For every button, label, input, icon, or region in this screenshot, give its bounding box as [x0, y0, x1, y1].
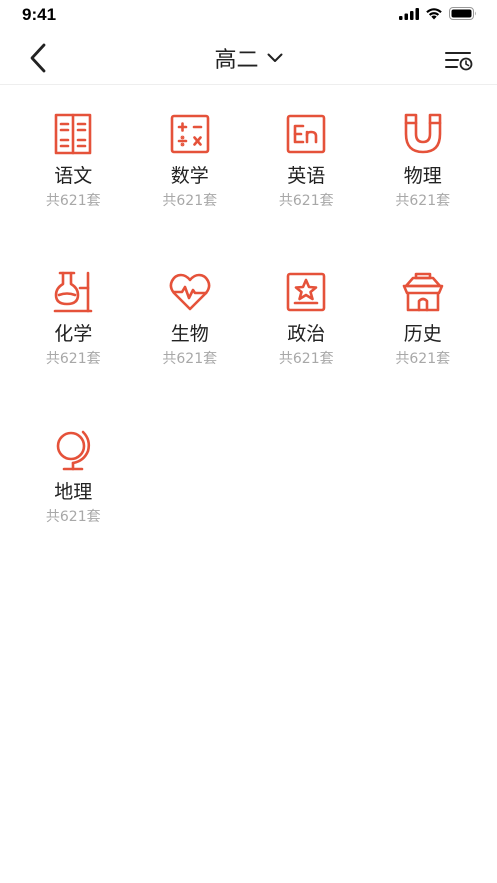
subject-name: 历史 [403, 323, 442, 345]
subject-item[interactable]: 语文 共621套 [15, 112, 132, 270]
grade-selector[interactable]: 高二 [189, 42, 309, 74]
subject-item[interactable]: 地理 共621套 [15, 428, 132, 586]
pagoda-icon [401, 270, 445, 314]
subject-count: 共621套 [162, 351, 218, 367]
subject-name: 化学 [54, 323, 93, 345]
en-icon [284, 112, 328, 156]
subject-count: 共621套 [395, 193, 451, 209]
grade-title: 高二 [214, 48, 259, 73]
calculator-icon [168, 112, 212, 156]
chevron-down-icon [267, 53, 282, 62]
subject-count: 共621套 [278, 351, 334, 367]
heartbeat-icon [168, 270, 212, 314]
history-button[interactable] [441, 42, 477, 78]
subject-item[interactable]: 历史 共621套 [365, 270, 482, 428]
book-icon [51, 112, 95, 156]
cellular-signal-icon [399, 7, 419, 20]
subject-grid: 语文 共621套 数学 共621套 英语 共621套 物理 共621套 化学 共… [15, 112, 481, 586]
subject-item[interactable]: 生物 共621套 [132, 270, 249, 428]
status-time: 9:41 [22, 5, 57, 24]
flask-icon [51, 270, 95, 314]
subject-name: 生物 [170, 323, 209, 345]
nav-bar: 高二 [0, 32, 497, 85]
subject-item[interactable]: 数学 共621套 [132, 112, 249, 270]
star-frame-icon [284, 270, 328, 314]
subject-item[interactable]: 化学 共621套 [15, 270, 132, 428]
status-icons [399, 7, 477, 20]
subject-name: 数学 [170, 165, 209, 187]
subject-name: 政治 [287, 323, 326, 345]
subject-item[interactable]: 政治 共621套 [248, 270, 365, 428]
subject-name: 地理 [54, 481, 93, 503]
subject-count: 共621套 [162, 193, 218, 209]
globe-icon [51, 428, 95, 472]
subject-item[interactable]: 物理 共621套 [365, 112, 482, 270]
subject-name: 物理 [403, 165, 442, 187]
chevron-left-icon [30, 43, 46, 73]
subject-name: 英语 [287, 165, 326, 187]
subject-name: 语文 [54, 165, 93, 187]
subject-count: 共621套 [45, 351, 101, 367]
magnet-icon [401, 112, 445, 156]
back-button[interactable] [20, 40, 56, 76]
subject-count: 共621套 [45, 509, 101, 525]
battery-icon [449, 7, 476, 20]
subject-count: 共621套 [395, 351, 451, 367]
history-list-icon [445, 52, 473, 71]
subject-count: 共621套 [278, 193, 334, 209]
subject-count: 共621套 [45, 193, 101, 209]
status-bar: 9:41 [0, 0, 497, 32]
wifi-icon [426, 8, 442, 20]
subject-item[interactable]: 英语 共621套 [248, 112, 365, 270]
